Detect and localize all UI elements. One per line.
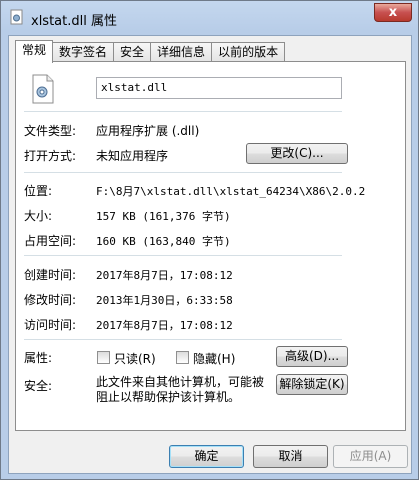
dialog-client: 常规 数字签名 安全 详细信息 以前的版本 xlstat.dll 文件类型: 应… <box>8 35 412 474</box>
dll-file-icon <box>9 9 25 25</box>
divider <box>24 172 342 173</box>
advanced-button[interactable]: 高级(D)... <box>276 346 348 367</box>
divider <box>24 255 342 256</box>
location-value: F:\8月7\xlstat.dll\xlstat_64234\X86\2.0.2 <box>96 185 366 198</box>
readonly-checkbox[interactable] <box>97 351 110 364</box>
tab-security[interactable]: 安全 <box>113 42 152 62</box>
created-value: 2017年8月7日，17:08:12 <box>96 269 233 282</box>
security-text: 此文件来自其他计算机，可能被阻止以帮助保护该计算机。 <box>96 375 265 404</box>
close-icon: x <box>388 5 398 20</box>
hidden-checkbox[interactable] <box>176 351 189 364</box>
open-with-value: 未知应用程序 <box>96 149 169 163</box>
modified-label: 修改时间: <box>24 293 77 307</box>
attributes-label: 属性: <box>24 351 53 365</box>
title-bar[interactable]: xlstat.dll 属性 x <box>1 1 418 35</box>
properties-window: xlstat.dll 属性 x 常规 数字签名 安全 详细信息 以前的版本 xl… <box>0 0 419 480</box>
change-button[interactable]: 更改(C)... <box>246 143 348 164</box>
hidden-label[interactable]: 隐藏(H) <box>193 350 235 367</box>
accessed-label: 访问时间: <box>24 318 77 332</box>
file-type-value: 应用程序扩展 (.dll) <box>96 124 200 138</box>
open-with-label: 打开方式: <box>24 149 77 163</box>
divider <box>24 339 342 340</box>
ok-button[interactable]: 确定 <box>169 445 244 468</box>
readonly-label[interactable]: 只读(R) <box>114 350 156 367</box>
accessed-value: 2017年8月7日，17:08:12 <box>96 319 233 332</box>
size-on-disk-value: 160 KB (163,840 字节) <box>96 235 231 248</box>
file-name-field[interactable]: xlstat.dll <box>96 77 342 99</box>
tab-previous-versions[interactable]: 以前的版本 <box>211 42 286 62</box>
tab-general[interactable]: 常规 <box>15 40 54 63</box>
window-title: xlstat.dll 属性 <box>31 14 117 29</box>
size-value: 157 KB (161,376 字节) <box>96 210 231 223</box>
tab-strip: 常规 数字签名 安全 详细信息 以前的版本 <box>15 40 286 63</box>
size-label: 大小: <box>24 209 53 223</box>
general-panel: xlstat.dll 文件类型: 应用程序扩展 (.dll) 打开方式: 未知应… <box>15 61 406 431</box>
file-icon <box>30 74 56 104</box>
tab-details[interactable]: 详细信息 <box>150 42 213 62</box>
cancel-button[interactable]: 取消 <box>253 445 328 468</box>
created-label: 创建时间: <box>24 268 77 282</box>
size-on-disk-label: 占用空间: <box>24 234 77 248</box>
divider <box>24 111 342 112</box>
unblock-button[interactable]: 解除锁定(K) <box>276 374 348 395</box>
modified-value: 2013年1月30日，6:33:58 <box>96 294 233 307</box>
location-label: 位置: <box>24 184 53 198</box>
file-type-label: 文件类型: <box>24 124 77 138</box>
security-label: 安全: <box>24 379 53 393</box>
apply-button[interactable]: 应用(A) <box>333 445 408 468</box>
close-button[interactable]: x <box>374 3 412 22</box>
tab-digital-signatures[interactable]: 数字签名 <box>52 42 115 62</box>
